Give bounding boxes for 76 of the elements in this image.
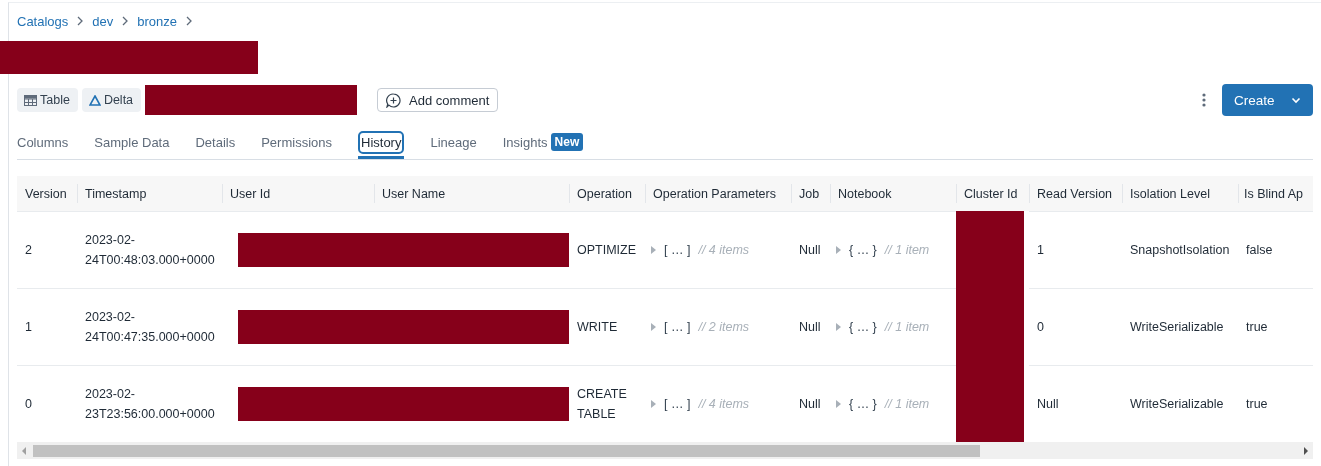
table-cell-text: 2023-02- 23T23:56:00.000+0000	[85, 386, 215, 423]
collapsed-value[interactable]: [ … ]	[664, 317, 691, 337]
column-header: User Name	[374, 176, 569, 211]
column-header: Cluster Id	[956, 176, 1029, 211]
breadcrumb-link[interactable]: dev	[92, 13, 114, 29]
column-header: Is Blind Ap	[1238, 176, 1313, 211]
table-cell-text: 0	[25, 396, 32, 413]
new-badge: New	[550, 133, 584, 151]
column-header: Read Version	[1029, 176, 1122, 211]
type-tag: Delta	[81, 88, 142, 112]
column-header: Job	[791, 176, 830, 211]
horizontal-scrollbar[interactable]	[17, 442, 1313, 459]
item-count: // 1 item	[884, 396, 930, 413]
chevron-right-icon	[185, 16, 194, 26]
breadcrumb-link[interactable]: bronze	[137, 13, 178, 29]
expand-triangle-icon[interactable]	[651, 246, 656, 254]
expand-triangle-icon[interactable]	[836, 323, 841, 331]
table-cell-text: Null	[799, 242, 821, 259]
column-header: Isolation Level	[1122, 176, 1238, 211]
expand-triangle-icon[interactable]	[651, 323, 656, 331]
table-cell-text: Null	[799, 396, 821, 413]
tab[interactable]: Columns	[17, 129, 69, 159]
table-cell-text: WriteSerializable	[1130, 319, 1224, 336]
expand-triangle-icon[interactable]	[836, 246, 841, 254]
table-cell-text: CREATE TABLE	[577, 386, 628, 423]
item-count: // 4 items	[698, 242, 750, 259]
collapsed-value[interactable]: { … }	[849, 317, 877, 337]
comment-plus-icon	[386, 92, 402, 108]
create-button[interactable]: Create	[1222, 84, 1313, 116]
table-cell-text: Null	[1037, 396, 1059, 413]
table-cell-text: SnapshotIsolation	[1130, 242, 1230, 259]
scrollbar-thumb[interactable]	[33, 444, 980, 457]
collapsed-value[interactable]: { … }	[849, 240, 877, 260]
item-count: // 1 item	[884, 242, 930, 259]
collapsed-value[interactable]: [ … ]	[664, 394, 691, 414]
item-count: // 4 items	[698, 396, 750, 413]
table-cell-text: WRITE	[577, 319, 618, 336]
table-cell-text: 2023-02- 24T00:48:03.000+0000	[85, 232, 215, 269]
table-icon	[24, 94, 37, 106]
collapsed-value[interactable]: { … }	[849, 394, 877, 414]
column-header: Operation	[569, 176, 645, 211]
table-cell-text: true	[1246, 319, 1268, 336]
chevron-down-icon	[1291, 96, 1301, 104]
tab[interactable]: Details	[195, 129, 236, 159]
table-cell-text: 1	[1037, 242, 1044, 259]
column-header: Operation Parameters	[645, 176, 791, 211]
item-count: // 2 items	[698, 319, 750, 336]
type-tag: Table	[17, 88, 78, 112]
table-cell-text: true	[1246, 396, 1268, 413]
table-cell-text: false	[1246, 242, 1273, 259]
collapsed-value[interactable]: [ … ]	[664, 240, 691, 260]
table-cell-text: 1	[25, 319, 32, 336]
table-cell-text: 2023-02- 24T00:47:35.000+0000	[85, 309, 215, 346]
table-cell-text: WriteSerializable	[1130, 396, 1224, 413]
chevron-right-icon	[121, 16, 130, 26]
chevron-right-icon	[76, 16, 85, 26]
column-header: Timestamp	[77, 176, 222, 211]
add-comment-button[interactable]: Add comment	[377, 88, 499, 112]
table-cell-text: 2	[25, 242, 32, 259]
column-header: Notebook	[830, 176, 956, 211]
expand-triangle-icon[interactable]	[651, 400, 656, 408]
tab[interactable]: Permissions	[261, 129, 332, 159]
tab[interactable]: Insights New	[502, 129, 584, 159]
table-cell-text: OPTIMIZE	[577, 242, 637, 259]
table-cell-text: Null	[799, 319, 821, 336]
table-cell-text: 0	[1037, 319, 1044, 336]
column-header: User Id	[222, 176, 374, 211]
tab[interactable]: Lineage	[430, 129, 477, 159]
breadcrumb-link[interactable]: Catalogs	[17, 13, 69, 29]
triangle-icon	[88, 94, 101, 106]
tab[interactable]: History	[358, 129, 405, 159]
tab[interactable]: Sample Data	[94, 129, 170, 159]
expand-triangle-icon[interactable]	[836, 400, 841, 408]
item-count: // 1 item	[884, 319, 930, 336]
column-header: Version	[17, 176, 77, 211]
kebab-menu-icon[interactable]	[1202, 93, 1206, 107]
